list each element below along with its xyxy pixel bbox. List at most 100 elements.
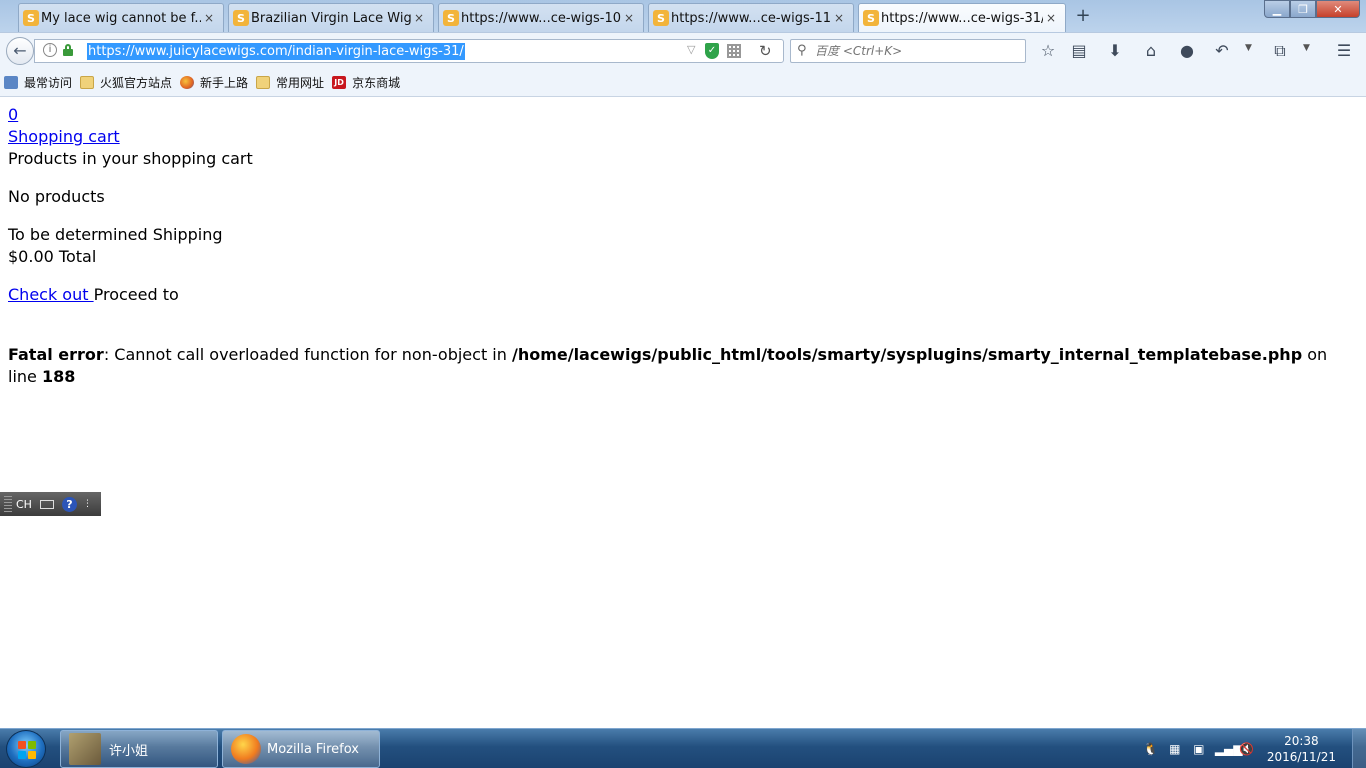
drag-grip-icon[interactable]	[4, 496, 12, 512]
qq-icon[interactable]: 🐧	[1143, 741, 1159, 757]
window-controls: ▁ ❐ ✕	[1264, 0, 1360, 18]
cart-heading: Products in your shopping cart	[8, 149, 253, 168]
chat-icon[interactable]: ●	[1177, 41, 1197, 61]
system-clock[interactable]: 20:38 2016/11/21	[1267, 733, 1336, 765]
minimize-button[interactable]: ▁	[1264, 0, 1290, 18]
reading-list-icon[interactable]: ▤	[1069, 41, 1089, 61]
error-file-path: /home/lacewigs/public_html/tools/smarty/…	[511, 345, 1303, 364]
bookmark-common-sites[interactable]: 常用网址	[256, 74, 324, 91]
tab-5-active[interactable]: S https://www...ce-wigs-31/ ×	[858, 3, 1066, 32]
undo-icon[interactable]: ↶	[1212, 41, 1232, 61]
fatal-error-prefix: Fatal error	[8, 345, 104, 364]
network-signal-icon[interactable]: ▂▄▆	[1215, 741, 1243, 757]
bookmark-most-visited[interactable]: 最常访问	[4, 74, 72, 91]
taskbar-item-label: 许小姐	[109, 743, 149, 759]
site-favicon-icon: S	[653, 10, 669, 26]
search-icon: ⚲	[797, 43, 807, 58]
folder-icon	[256, 75, 271, 89]
shopping-cart-link[interactable]: Shopping cart	[8, 127, 120, 146]
tab-close-icon[interactable]: ×	[831, 11, 847, 25]
ime-language[interactable]: CH	[16, 498, 32, 511]
address-bar[interactable]: i https://www.juicylacewigs.com/indian-v…	[34, 39, 784, 63]
bookmark-firefox-official[interactable]: 火狐官方站点	[80, 74, 172, 91]
maximize-button[interactable]: ❐	[1290, 0, 1316, 18]
ime-language-bar[interactable]: CH ? ⋮	[0, 492, 101, 516]
bookmark-getting-started[interactable]: 新手上路	[180, 74, 248, 91]
page-content: 0 Shopping cart Products in your shoppin…	[8, 104, 1358, 388]
firefox-icon	[231, 734, 261, 764]
qr-code-icon[interactable]	[727, 44, 741, 58]
tab-label: https://www...ce-wigs-11/	[671, 10, 831, 26]
proceed-text: Proceed to	[93, 285, 179, 304]
fatal-error-message: Fatal error: Cannot call overloaded func…	[8, 344, 1358, 388]
clipboard-icon[interactable]: ▣	[1191, 741, 1207, 757]
start-button[interactable]	[6, 730, 46, 768]
firefox-icon	[180, 75, 195, 89]
clock-date: 2016/11/21	[1266, 750, 1336, 764]
menu-hamburger-icon[interactable]: ☰	[1334, 41, 1354, 61]
tab-label: Brazilian Virgin Lace Wig...	[251, 10, 411, 26]
error-message: : Cannot call overloaded function for no…	[103, 345, 512, 364]
checkout-link[interactable]: Check out	[8, 285, 94, 304]
back-button[interactable]: ←	[6, 37, 34, 65]
shipping-value: To be determined	[8, 225, 148, 244]
url-text[interactable]: https://www.juicylacewigs.com/indian-vir…	[87, 43, 465, 60]
home-icon[interactable]: ⌂	[1141, 41, 1161, 61]
folder-icon	[80, 75, 95, 89]
site-favicon-icon: S	[863, 10, 879, 26]
search-bar[interactable]: ⚲	[790, 39, 1026, 63]
bookmark-label: 最常访问	[24, 75, 73, 90]
tab-close-icon[interactable]: ×	[621, 11, 637, 25]
download-icon[interactable]: ⬇	[1105, 41, 1125, 61]
bookmark-jd[interactable]: JD 京东商城	[332, 74, 400, 91]
site-info-icon[interactable]: i	[43, 43, 57, 57]
taskbar-item-firefox[interactable]: Mozilla Firefox	[222, 730, 380, 768]
search-input[interactable]	[815, 42, 1015, 60]
tab-2[interactable]: S Brazilian Virgin Lace Wig... ×	[228, 3, 434, 32]
checkout-row: Check out Proceed to	[8, 284, 1358, 306]
taskbar-item-chat[interactable]: 许小姐	[60, 730, 218, 768]
shipping-row: To be determined Shipping	[8, 224, 1358, 246]
lock-icon[interactable]	[63, 44, 73, 56]
action-center-icon[interactable]: ▦	[1167, 741, 1183, 757]
bookmarks-toolbar: 最常访问 火狐官方站点 新手上路 常用网址 JD 京东商城	[0, 68, 1366, 97]
volume-muted-icon[interactable]: 🔇	[1239, 741, 1255, 757]
tab-label: https://www...ce-wigs-10/	[461, 10, 621, 26]
tab-3[interactable]: S https://www...ce-wigs-10/ ×	[438, 3, 644, 32]
tab-close-icon[interactable]: ×	[411, 11, 427, 25]
total-value: $0.00	[8, 247, 54, 266]
bookmark-label: 京东商城	[352, 75, 401, 90]
taskbar-item-label: Mozilla Firefox	[267, 741, 359, 757]
url-history-dropdown-icon[interactable]: ▽	[687, 43, 695, 56]
contact-avatar	[69, 733, 101, 765]
close-window-button[interactable]: ✕	[1316, 0, 1360, 18]
navigation-toolbar: ← i https://www.juicylacewigs.com/indian…	[0, 32, 1366, 68]
most-visited-icon	[4, 75, 18, 89]
error-line-number: 188	[41, 367, 76, 386]
site-favicon-icon: S	[443, 10, 459, 26]
jd-icon: JD	[332, 75, 347, 89]
help-icon[interactable]: ?	[61, 496, 77, 512]
tab-close-icon[interactable]: ×	[1043, 11, 1059, 25]
tab-label: My lace wig cannot be f...	[41, 10, 201, 26]
tab-1[interactable]: S My lace wig cannot be f... ×	[18, 3, 224, 32]
bookmark-label: 常用网址	[276, 75, 325, 90]
shield-icon[interactable]: ✓	[705, 43, 719, 59]
bookmark-label: 火狐官方站点	[100, 75, 173, 90]
keyboard-icon[interactable]	[39, 499, 54, 509]
show-desktop-button[interactable]	[1352, 729, 1366, 768]
bookmark-star-icon[interactable]: ☆	[1038, 41, 1058, 61]
tab-4[interactable]: S https://www...ce-wigs-11/ ×	[648, 3, 854, 32]
reload-icon[interactable]: ↻	[759, 42, 772, 60]
new-tab-button[interactable]: +	[1072, 5, 1094, 27]
screenshot-dropdown-icon[interactable]: ▼	[1303, 43, 1310, 53]
undo-dropdown-icon[interactable]: ▼	[1245, 43, 1252, 53]
windows-taskbar: 许小姐 Mozilla Firefox 🐧 ▦ ▣ ▂▄▆ 🔇 20:38 20…	[0, 728, 1366, 768]
tab-close-icon[interactable]: ×	[201, 11, 217, 25]
crop-screenshot-icon[interactable]: ⧉	[1270, 41, 1290, 61]
total-label: Total	[58, 247, 97, 266]
total-row: $0.00 Total	[8, 246, 1358, 268]
system-tray: 🐧 ▦ ▣ ▂▄▆ 🔇 20:38 2016/11/21	[1143, 729, 1336, 768]
cart-count-link[interactable]: 0	[8, 105, 18, 124]
options-chevron-icon[interactable]: ⋮	[83, 499, 92, 509]
